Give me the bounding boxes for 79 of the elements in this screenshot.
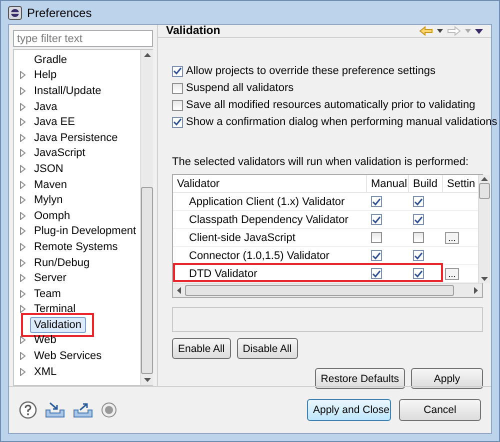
scroll-right-icon[interactable] — [474, 287, 478, 294]
checkbox-label: Show a confirmation dialog when performing manual validations — [186, 116, 498, 128]
help-icon[interactable] — [19, 401, 37, 419]
checkbox[interactable] — [371, 232, 382, 243]
export-icon[interactable] — [73, 402, 93, 418]
tree-item[interactable]: JavaScript — [30, 145, 90, 162]
tree-item[interactable]: Terminal — [30, 301, 80, 318]
scrollbar[interactable] — [173, 283, 482, 297]
scroll-down-icon[interactable] — [481, 277, 488, 281]
scroll-up-icon[interactable] — [481, 177, 488, 181]
scroll-left-icon[interactable] — [177, 287, 181, 294]
tree-item[interactable]: Server — [30, 270, 70, 286]
tree-item[interactable]: Web — [30, 332, 60, 348]
tree-item[interactable]: Java EE — [30, 114, 79, 130]
tree-item[interactable]: JSON — [30, 160, 68, 177]
dropdown-icon[interactable] — [437, 29, 443, 33]
tree-item[interactable]: XML — [30, 364, 61, 380]
checkbox[interactable] — [172, 116, 183, 128]
table-cell-text: Connector (1.0,1.5) Validator — [188, 248, 330, 264]
tree-item[interactable]: Gradle — [30, 52, 72, 68]
tree-item[interactable]: Plug-in Development — [30, 223, 140, 240]
action-button[interactable]: Restore Defaults — [314, 368, 405, 389]
scroll-thumb[interactable] — [141, 187, 154, 374]
tree-item[interactable]: Java — [30, 98, 62, 115]
tree-item[interactable]: Web Services — [30, 348, 106, 364]
import-icon[interactable] — [45, 402, 65, 418]
window-title: Preferences — [27, 6, 92, 20]
checkbox[interactable] — [413, 250, 424, 261]
checkbox[interactable] — [172, 82, 183, 94]
action-button[interactable]: Enable All — [172, 338, 231, 359]
checkbox[interactable] — [413, 268, 424, 279]
checkbox-label: Save all modified resources automatically prior to validating — [186, 99, 476, 111]
tree-item[interactable]: Run/Debug — [30, 254, 94, 271]
tree-item[interactable]: Install/Update — [30, 82, 106, 99]
page-title: Validation — [166, 25, 220, 37]
dialog-button[interactable]: Apply and Close — [307, 399, 391, 421]
scrollbar[interactable] — [140, 50, 154, 385]
action-button[interactable]: Apply — [411, 368, 483, 389]
table-cell-text: DTD Validator — [188, 266, 258, 282]
checkbox[interactable] — [371, 250, 382, 261]
checkbox[interactable] — [371, 214, 382, 225]
column-header[interactable]: Settin — [443, 175, 478, 192]
tree-item[interactable]: Oomph — [30, 208, 74, 224]
table-cell-text: Client-side JavaScript — [188, 230, 296, 246]
table-cell-text: Classpath Dependency Validator — [188, 212, 350, 228]
tree-item[interactable]: Help — [30, 67, 61, 84]
menu-icon[interactable] — [475, 28, 483, 34]
checkbox-label: Suspend all validators — [186, 82, 294, 94]
settings-button[interactable]: ... — [445, 232, 459, 244]
column-header[interactable]: Validator — [173, 175, 367, 192]
column-header[interactable]: Manual — [367, 175, 409, 192]
scroll-thumb[interactable] — [479, 183, 490, 199]
tree-item[interactable]: Remote Systems — [30, 238, 122, 255]
checkbox[interactable] — [371, 268, 382, 279]
checkbox-label: Allow projects to override these preference settings — [186, 65, 436, 77]
tree-item[interactable]: Java Persistence — [30, 130, 122, 146]
checkbox[interactable] — [413, 232, 424, 243]
table-cell-text: Application Client (1.x) Validator — [188, 194, 346, 210]
scroll-down-icon[interactable] — [144, 378, 151, 382]
filter-field[interactable]: type filter text — [13, 30, 153, 47]
checkbox[interactable] — [371, 196, 382, 207]
checkbox[interactable] — [172, 66, 183, 76]
checkbox[interactable] — [413, 214, 424, 225]
checkbox[interactable] — [172, 100, 183, 110]
scroll-up-icon[interactable] — [144, 53, 151, 57]
action-button[interactable]: Disable All — [236, 338, 298, 359]
settings-button[interactable]: ... — [445, 268, 459, 280]
table-caption: The selected validators will run when validation is performed: — [172, 155, 470, 169]
scrollbar[interactable] — [478, 175, 490, 283]
tree-item[interactable]: Maven — [30, 176, 72, 193]
checkbox[interactable] — [413, 196, 424, 207]
tree-item[interactable]: Validation — [30, 316, 86, 333]
eclipse-icon — [8, 6, 22, 20]
tree-item[interactable]: Team — [30, 286, 65, 302]
column-header[interactable]: Build — [409, 175, 443, 192]
scroll-thumb[interactable] — [185, 285, 454, 296]
dialog-button[interactable]: Cancel — [399, 399, 481, 421]
tree-item[interactable]: Mylyn — [30, 192, 67, 208]
record-icon[interactable] — [101, 402, 117, 418]
